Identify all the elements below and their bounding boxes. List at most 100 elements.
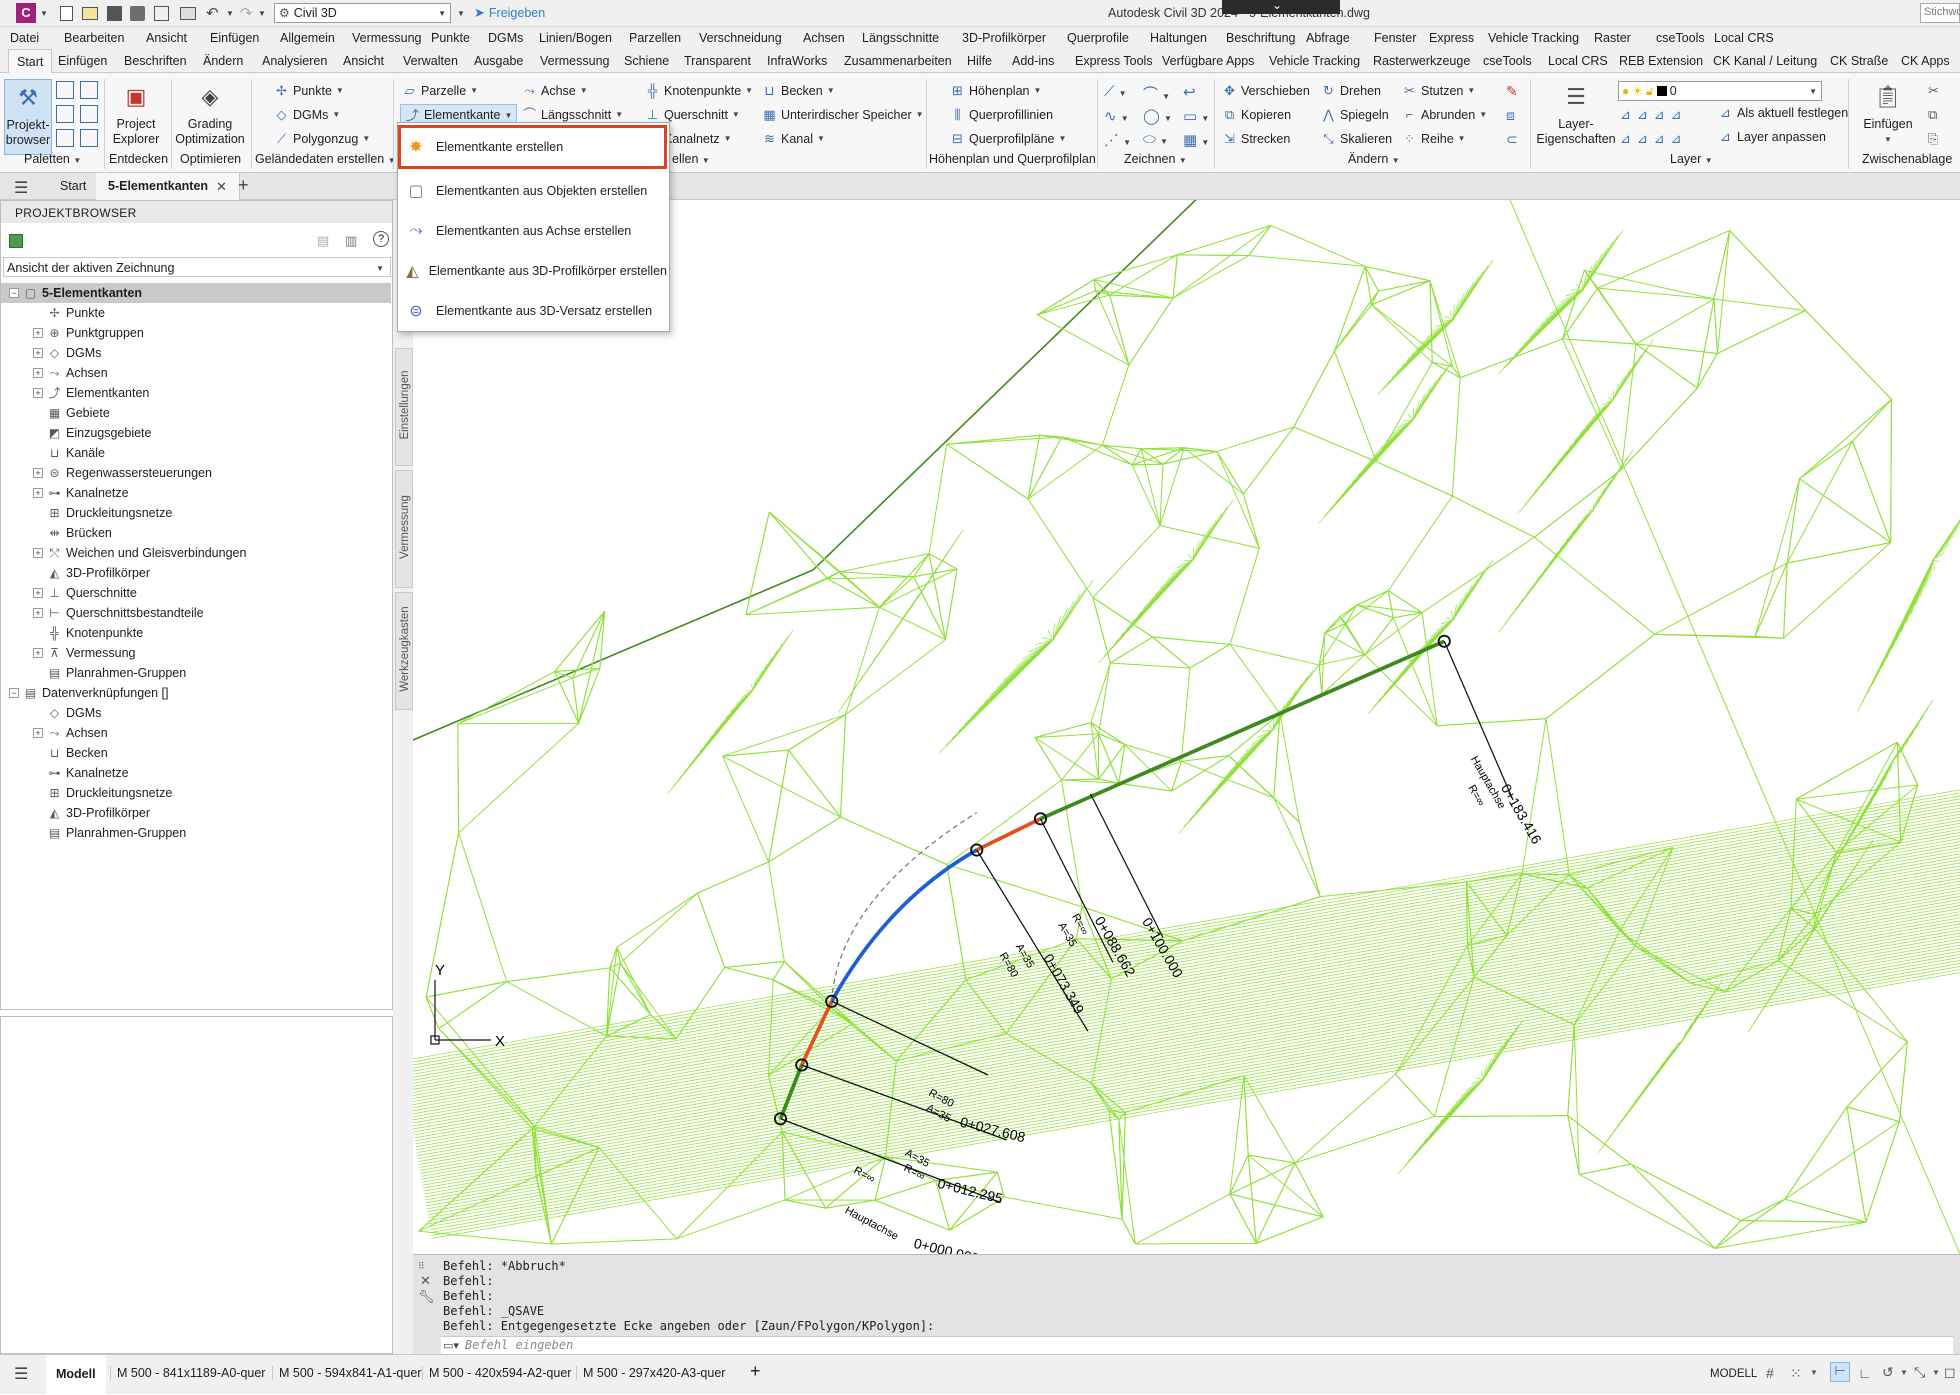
tree-item[interactable]: +◇DGMs <box>1 343 391 363</box>
ribbon-tab[interactable]: Vermessung <box>540 54 609 68</box>
sample-lines-button[interactable]: ⫼Querprofillinien <box>950 107 1053 122</box>
cut-icon[interactable]: ✂ <box>1928 83 1939 99</box>
ribbon-tab[interactable]: Hilfe <box>967 54 992 68</box>
tree-item[interactable]: ◭3D-Profilkörper <box>1 803 391 823</box>
tree-expand-icon[interactable]: + <box>33 548 43 558</box>
menu-item[interactable]: Querprofile <box>1067 31 1129 45</box>
palette-grid-icon-1[interactable] <box>56 81 74 99</box>
grid-icon[interactable]: # <box>1766 1365 1774 1381</box>
fillet-button[interactable]: ⌐Abrunden▼ <box>1402 107 1487 122</box>
tree-item[interactable]: ◩Einzugsgebiete <box>1 423 391 443</box>
tree-expand-icon[interactable]: + <box>33 488 43 498</box>
explode-icon[interactable]: ⧈ <box>1506 107 1515 124</box>
ribbon-tab[interactable]: Zusammenarbeiten <box>844 54 952 68</box>
surfaces-button[interactable]: ◇DGMs▼ <box>274 107 340 122</box>
layout-tab[interactable]: M 500 - 420x594-A2-quer <box>422 1366 577 1380</box>
tree-expand-icon[interactable]: + <box>33 728 43 738</box>
isodraft-icon[interactable]: ⤡ <box>1914 1364 1925 1381</box>
new-layout-icon[interactable]: + <box>750 1361 761 1382</box>
ribbon-tab[interactable]: Transparent <box>684 54 751 68</box>
tree-item[interactable]: ◭3D-Profilkörper <box>1 563 391 583</box>
ribbon-tab[interactable]: CK Kanal / Leitung <box>1713 54 1817 68</box>
qat-redo-icon[interactable]: ↷ <box>240 4 253 22</box>
menu-item[interactable]: Einfügen <box>210 31 259 45</box>
points-button[interactable]: ✢Punkte▼ <box>274 83 344 98</box>
palette-grid-icon-4[interactable] <box>80 105 98 123</box>
draw-ellipse-icon[interactable]: ⬭ ▼ <box>1143 131 1168 148</box>
menu-item[interactable]: Allgemein <box>280 31 335 45</box>
tree-item[interactable]: +⤲Weichen und Gleisverbindungen <box>1 543 391 563</box>
tree-expand-icon[interactable]: + <box>33 588 43 598</box>
draw-hatch-icon[interactable]: ⋰ ▼ <box>1104 131 1131 149</box>
panel-title-paletten[interactable]: Paletten ▼ <box>24 152 81 166</box>
trim-button[interactable]: ✂Stutzen▼ <box>1402 83 1475 98</box>
mirror-button[interactable]: ⋀Spiegeln <box>1321 107 1389 122</box>
ribbon-tab[interactable]: Ansicht <box>343 54 384 68</box>
tree-item[interactable]: ⊔Becken <box>1 743 391 763</box>
layout-tab[interactable]: M 500 - 594x841-A1-quer <box>272 1366 427 1380</box>
ribbon-tab[interactable]: Analysieren <box>262 54 327 68</box>
erase-icon[interactable]: ✎ <box>1506 83 1518 100</box>
menu-item[interactable]: DGMs <box>488 31 523 45</box>
palette-grid-icon-6[interactable] <box>80 129 98 147</box>
copy-clip-icon[interactable]: ⧉ <box>1928 107 1937 123</box>
layout-tab-model[interactable]: Modell <box>46 1355 106 1395</box>
ortho-icon[interactable]: ∟ <box>1858 1365 1872 1381</box>
panel-title-entwurf[interactable]: ellen ▼ <box>672 152 710 166</box>
layer-properties-button[interactable]: ☰ Layer- Eigenschaften <box>1536 79 1616 147</box>
tree-item[interactable]: ◇DGMs <box>1 703 391 723</box>
share-button[interactable]: ➤ Freigeben <box>474 5 545 21</box>
layer-tool-icons-1[interactable]: ⊿⊿⊿⊿ <box>1620 107 1688 123</box>
menu-item[interactable]: cseTools <box>1656 31 1705 45</box>
menu-item-from-corridor[interactable]: ◭ Elementkante aus 3D-Profilkörper erste… <box>402 253 667 289</box>
qat-new-icon[interactable] <box>60 6 73 21</box>
qat-redo-caret[interactable]: ▼ <box>258 9 266 18</box>
app-logo[interactable]: C <box>16 3 36 23</box>
window-chevron-icon[interactable]: ⌄ <box>1272 0 1282 12</box>
qat-open-icon[interactable] <box>82 7 98 20</box>
tree-item[interactable]: ⇹Brücken <box>1 523 391 543</box>
tree-item[interactable]: +⊢Querschnittsbestandteile <box>1 603 391 623</box>
draw-polyline-icon[interactable]: ⌒ ▼ <box>1143 83 1170 104</box>
tree-item[interactable]: ▤Planrahmen-Gruppen <box>1 663 391 683</box>
ribbon-tab[interactable]: Vehicle Tracking <box>1269 54 1360 68</box>
menu-item[interactable]: Local CRS <box>1714 31 1774 45</box>
snap-caret[interactable]: ▼ <box>1810 1368 1818 1377</box>
tree-item[interactable]: ╬Knotenpunkte <box>1 623 391 643</box>
menu-item[interactable]: Bearbeiten <box>64 31 124 45</box>
tree-item[interactable]: ⊶Kanalnetze <box>1 763 391 783</box>
qat-saveas-icon[interactable] <box>130 6 145 21</box>
basin-button[interactable]: ⊔Becken▼ <box>762 83 835 98</box>
ribbon-tab[interactable]: Rasterwerkzeuge <box>1373 54 1470 68</box>
tree-expand-icon[interactable]: + <box>33 388 43 398</box>
ribbon-tab[interactable]: Local CRS <box>1548 54 1608 68</box>
tree-item[interactable]: −▤Datenverknüpfungen [] <box>1 683 391 703</box>
tree-expand-icon[interactable]: + <box>33 648 43 658</box>
qat-undo-icon[interactable]: ↶ <box>206 4 219 22</box>
draw-rectangle-icon[interactable]: ▭ ▼ <box>1183 107 1209 125</box>
menu-item[interactable]: Verschneidung <box>699 31 782 45</box>
snap-icon[interactable]: ⁙ <box>1790 1365 1802 1382</box>
draw-table-icon[interactable]: ▦ ▼ <box>1183 131 1209 149</box>
hamburger-menu-icon[interactable]: ☰ <box>14 178 28 198</box>
tree-item[interactable]: +⤳Achsen <box>1 363 391 383</box>
palette-grid-icon-3[interactable] <box>56 105 74 123</box>
model-space-button[interactable]: MODELL <box>1710 1368 1757 1380</box>
side-tab-werkzeugkasten[interactable]: Werkzeugkasten <box>395 592 413 710</box>
ribbon-tab[interactable]: Express Tools <box>1075 54 1153 68</box>
tab-start[interactable]: Start <box>48 173 99 200</box>
ribbon-tab[interactable]: Start <box>8 49 52 74</box>
browser-list-icon[interactable]: ▥ <box>345 233 357 249</box>
menu-item-create-feature-line[interactable]: ✸ Elementkante erstellen <box>402 129 667 165</box>
browser-grid-icon[interactable]: ▤ <box>317 233 329 249</box>
menu-item[interactable]: Raster <box>1594 31 1631 45</box>
panel-title-gelaendedaten[interactable]: Geländedaten erstellen ▼ <box>255 152 396 166</box>
match-properties-icon[interactable]: ⎘ <box>1928 131 1938 147</box>
menu-item[interactable]: Fenster <box>1374 31 1416 45</box>
profile-button[interactable]: ⌒Längsschnitt▼ <box>522 107 623 122</box>
workspace-select[interactable]: ⚙ Civil 3D ▼ <box>274 3 451 23</box>
paste-button[interactable]: 📋︎ Einfügen ▼ <box>1860 79 1916 147</box>
menu-item[interactable]: Parzellen <box>629 31 681 45</box>
qat-save-icon[interactable] <box>107 6 122 21</box>
tree-expand-icon[interactable]: + <box>33 368 43 378</box>
